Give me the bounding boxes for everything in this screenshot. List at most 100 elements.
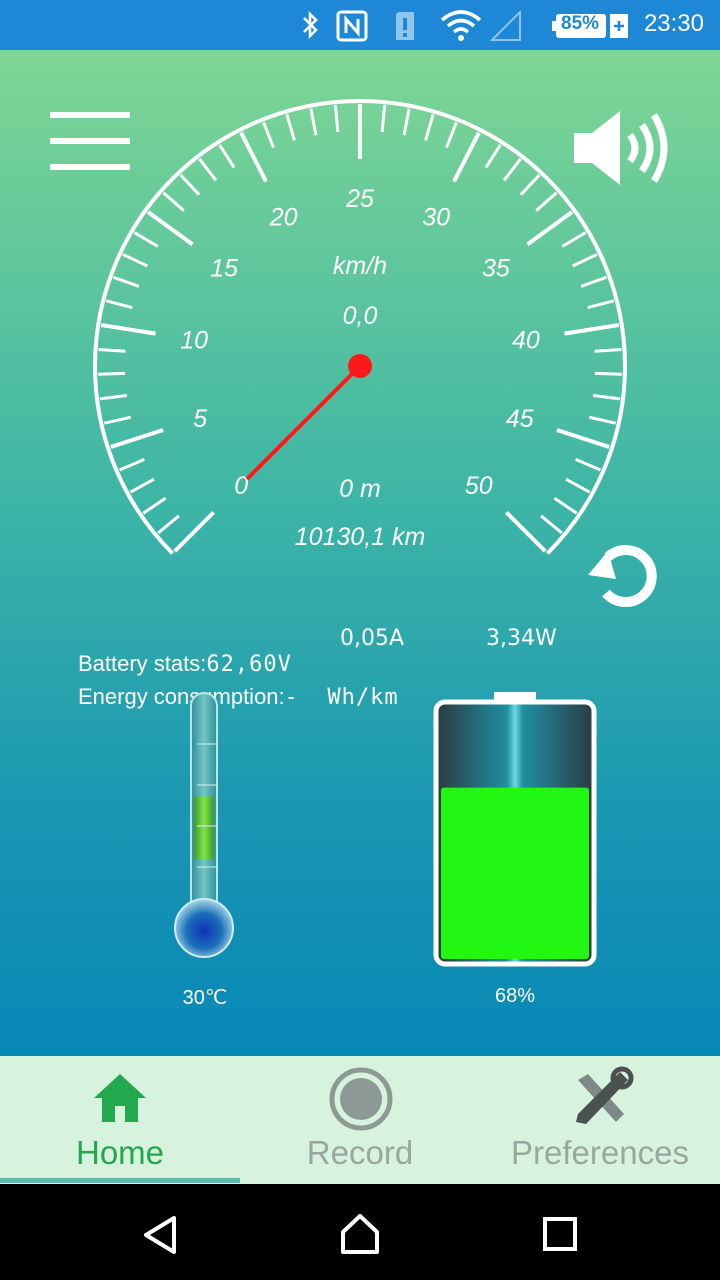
speedometer-tick (110, 428, 164, 449)
speedometer-tick-label: 5 (193, 405, 207, 433)
speedometer-tick (592, 393, 621, 401)
speedometer-tick (218, 143, 236, 169)
speedometer-tick (484, 143, 502, 169)
speedometer-tick-label: 0 (234, 472, 248, 500)
tab-preferences[interactable]: Preferences (480, 1056, 720, 1184)
home-icon (94, 1074, 146, 1122)
speedometer-tick (98, 371, 126, 376)
speedometer-tick (99, 393, 128, 401)
speedometer-tick (146, 210, 194, 246)
reset-icon[interactable] (582, 537, 660, 609)
trip-distance: 0 m (339, 475, 381, 503)
battery-current: 0,05A (340, 626, 405, 651)
speedometer-tick (285, 113, 296, 141)
speedometer-tick (452, 131, 481, 183)
speedometer-tick-label: 45 (506, 405, 534, 433)
speedometer-tick (380, 105, 387, 133)
speedometer-tick (100, 323, 156, 336)
speedometer-tick (589, 415, 617, 425)
battery-power: 3,34W (486, 626, 557, 651)
speed-readout: 0,0 (343, 302, 378, 330)
nfc-icon (336, 10, 368, 42)
speedometer-tick (309, 108, 318, 136)
speedometer-tick (129, 477, 155, 494)
speedometer-tick-label: 10 (180, 327, 208, 355)
speedometer-tick (402, 108, 411, 136)
speedometer-tick-label: 35 (482, 254, 510, 282)
speedometer-tick (424, 113, 435, 141)
temperature-value: 30℃ (182, 987, 228, 1009)
speedometer-tick (445, 121, 458, 149)
speedometer-tick (575, 457, 602, 472)
tab-record-label: Record (306, 1134, 414, 1171)
active-tab-indicator (0, 1178, 240, 1183)
tab-home-label: Home (75, 1134, 165, 1171)
speedometer-tick-label: 40 (512, 327, 540, 355)
speedometer-tick (142, 496, 167, 515)
battery-fill (441, 787, 589, 959)
record-icon (329, 1067, 393, 1131)
battery-gauge (433, 692, 597, 967)
speedometer-tick (535, 191, 558, 212)
speedometer-tick (556, 428, 610, 449)
speedometer-tick (502, 158, 522, 182)
tab-home[interactable]: Home (0, 1056, 240, 1184)
speedometer-tick (103, 415, 131, 425)
speedometer-tick-label: 20 (269, 203, 298, 231)
speedometer-tick (118, 457, 145, 472)
speedometer-tick (112, 275, 140, 288)
signal-icon (490, 10, 521, 41)
speedometer-tick (173, 510, 216, 553)
alert-icon (396, 12, 414, 40)
speed-unit: km/h (333, 252, 387, 280)
back-icon[interactable] (140, 1214, 180, 1256)
speedometer-tick-label: 30 (422, 203, 450, 231)
speedometer-tick (98, 348, 126, 353)
speedometer-tick (504, 510, 547, 553)
speedometer-tick (162, 191, 185, 212)
speedometer-tick (239, 131, 268, 183)
speedometer-tick (561, 231, 587, 248)
speedometer-tick (526, 210, 574, 246)
speedometer-tick (580, 275, 608, 288)
battery-percent-text: 85% (561, 13, 600, 34)
tab-record[interactable]: Record (240, 1056, 480, 1184)
wifi-icon (440, 10, 482, 41)
thermometer-liquid (194, 796, 214, 860)
speedometer-tick (262, 121, 275, 149)
tab-preferences-label: Preferences (511, 1134, 689, 1171)
main-panel: 0 5 10 15 20 25 30 35 40 45 50 km/h 0,0 0 m 10130,… (0, 50, 720, 1056)
system-navigation-bar (0, 1184, 720, 1280)
speedometer: 0 5 10 15 20 25 30 35 40 45 50 km/h 0,0 0 m 10130,… (93, 99, 627, 555)
speedometer-tick (198, 158, 218, 182)
speedometer-tick (571, 253, 598, 268)
speedometer-tick (157, 514, 180, 535)
needle-hub (348, 354, 372, 378)
speedometer-tick (587, 299, 615, 310)
bottom-tab-bar: Home Record Preferences (0, 1056, 720, 1184)
speedometer-tick (133, 231, 159, 248)
bluetooth-icon (303, 10, 318, 40)
speedometer-tick (179, 173, 201, 196)
speedometer-tick (105, 299, 133, 310)
speedometer-tick (519, 173, 541, 196)
speedometer-tick (540, 514, 563, 535)
speed-needle (245, 364, 362, 481)
speedometer-tick (594, 348, 622, 353)
speedometer-tick (553, 496, 578, 515)
speedometer-tick (565, 477, 591, 494)
speedometer-tick-labels: 0 5 10 15 20 25 30 35 40 45 50 (180, 185, 540, 500)
battery-percentage: 68% (494, 985, 536, 1007)
clock: 23:30 (643, 10, 704, 37)
thermometer (174, 692, 234, 958)
speedometer-tick (594, 371, 622, 376)
speedometer-tick (333, 105, 340, 133)
recents-icon[interactable] (542, 1216, 578, 1252)
tools-icon (576, 1066, 634, 1124)
home-nav-icon[interactable] (339, 1212, 381, 1256)
status-bar: 85% 23:30 (0, 0, 720, 50)
speedometer-tick (122, 253, 149, 268)
speedometer-tick (564, 323, 620, 336)
speedometer-tick-label: 25 (345, 185, 374, 213)
speedometer-tick-label: 15 (210, 254, 238, 282)
